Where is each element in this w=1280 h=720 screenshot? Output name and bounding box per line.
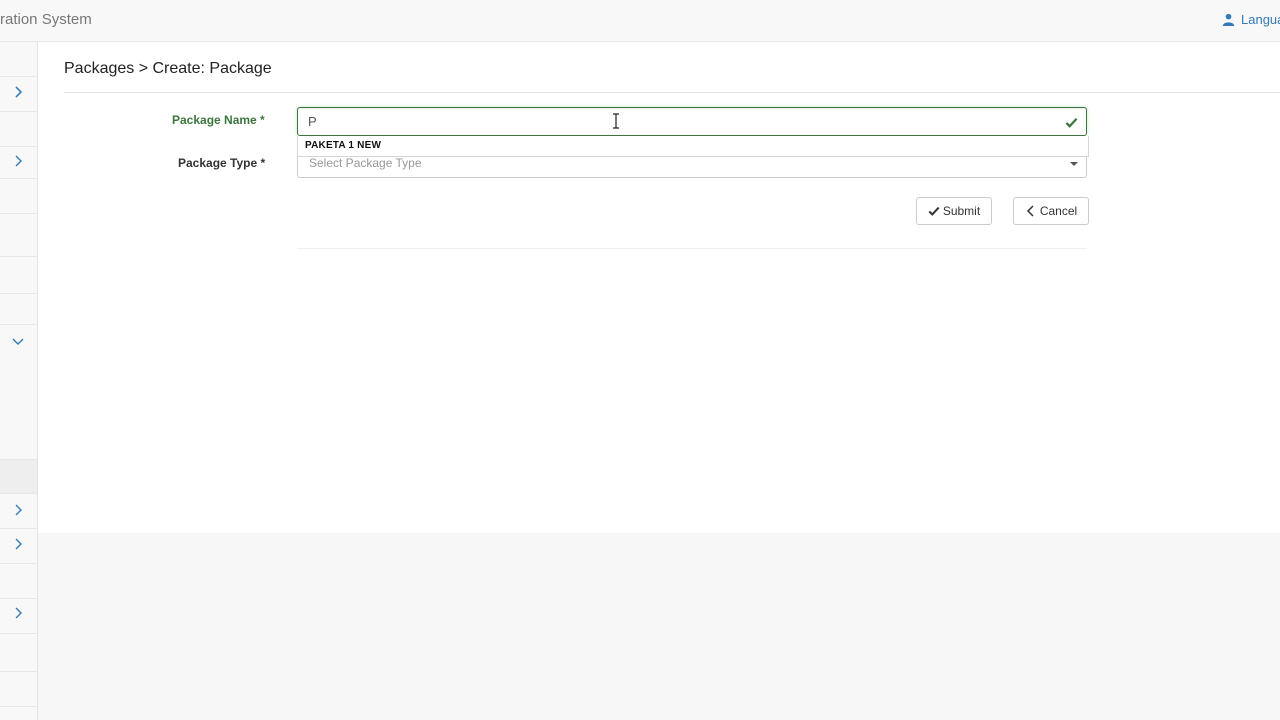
top-navbar: ration System Langua (0, 0, 1280, 42)
check-icon (1065, 118, 1078, 128)
sidebar-item[interactable] (0, 42, 37, 98)
chevron-right-icon[interactable] (12, 86, 24, 98)
package-type-label: Package Type * (178, 156, 266, 170)
main-panel: Packages > Create: Package Package Name … (38, 42, 1280, 533)
sidebar-item[interactable] (0, 179, 37, 214)
chevron-right-icon[interactable] (12, 538, 24, 550)
sidebar (0, 42, 38, 720)
package-name-input[interactable]: P (297, 107, 1087, 136)
chevron-right-icon[interactable] (12, 155, 24, 167)
autocomplete-dropdown: PAKETA 1 NEW (297, 136, 1089, 157)
package-type-placeholder: Select Package Type (309, 156, 422, 170)
sidebar-item[interactable] (0, 214, 37, 257)
app-brand[interactable]: ration System (0, 11, 92, 28)
sidebar-item[interactable] (0, 294, 37, 325)
cancel-label: Cancel (1039, 204, 1078, 218)
divider (297, 248, 1087, 249)
chevron-down-icon[interactable] (12, 335, 24, 347)
sidebar-item[interactable] (0, 564, 37, 599)
sidebar-item[interactable] (0, 257, 37, 294)
autocomplete-option[interactable]: PAKETA 1 NEW (305, 140, 381, 151)
language-label: Langua (1241, 12, 1280, 27)
caret-down-icon (1070, 162, 1078, 166)
user-icon (1222, 13, 1235, 26)
divider (64, 92, 1280, 93)
submit-button[interactable]: Submit (916, 197, 992, 225)
package-name-label: Package Name * (172, 113, 265, 127)
breadcrumb: Packages > Create: Package (64, 60, 272, 77)
sidebar-item[interactable] (0, 112, 37, 147)
cancel-button[interactable]: Cancel (1013, 197, 1089, 225)
chevron-right-icon[interactable] (12, 607, 24, 619)
text-cursor-icon (613, 113, 619, 129)
sidebar-item[interactable] (0, 672, 37, 707)
check-icon (928, 206, 940, 216)
submit-label: Submit (942, 204, 981, 218)
sidebar-item-active[interactable] (0, 460, 37, 494)
sidebar-item[interactable] (0, 634, 37, 672)
chevron-right-icon[interactable] (12, 504, 24, 516)
package-name-value: P (308, 114, 317, 129)
language-menu[interactable]: Langua (1222, 12, 1280, 27)
chevron-left-icon (1026, 205, 1034, 217)
